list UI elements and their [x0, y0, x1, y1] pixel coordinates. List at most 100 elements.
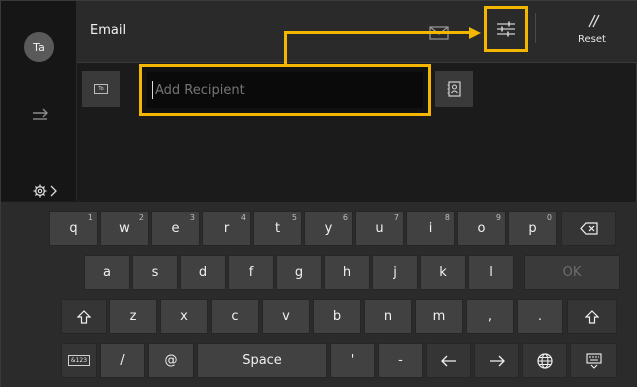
ok-key-label: OK: [562, 265, 582, 280]
shift-key-left[interactable]: [61, 299, 107, 334]
user-avatar[interactable]: Ta: [24, 32, 54, 62]
space-key-label: Space: [242, 353, 282, 368]
key-t-number-hint: 5: [291, 213, 297, 222]
arrow-left-key[interactable]: [426, 343, 471, 378]
settings-button[interactable]: [33, 184, 57, 198]
key-h-label: h: [342, 265, 352, 280]
options-button[interactable]: [484, 6, 528, 52]
key-i[interactable]: i8: [406, 211, 455, 246]
shift-icon: [585, 309, 599, 324]
symbols-key[interactable]: &123: [61, 343, 97, 378]
globe-icon: [536, 352, 553, 369]
to-button[interactable]: To: [82, 71, 120, 107]
key-comma[interactable]: ,: [466, 299, 514, 334]
ok-key[interactable]: OK: [524, 255, 620, 290]
key-y[interactable]: y6: [304, 211, 353, 246]
arrow-left-icon: [440, 355, 456, 366]
scan-to-icon[interactable]: [31, 107, 49, 125]
shift-key-right[interactable]: [567, 299, 617, 334]
key-apostrophe[interactable]: ': [330, 343, 375, 378]
backspace-key[interactable]: [561, 211, 616, 246]
key-dash-label: -: [398, 353, 403, 368]
address-book-button[interactable]: [435, 71, 473, 107]
reset-button[interactable]: Reset: [562, 13, 622, 45]
key-r-number-hint: 4: [240, 213, 246, 222]
key-s-label: s: [151, 265, 159, 280]
key-y-number-hint: 6: [342, 213, 348, 222]
key-l[interactable]: l: [468, 255, 514, 290]
callout-line-horizontal: [284, 31, 470, 34]
key-b[interactable]: b: [313, 299, 361, 334]
key-p-number-hint: 0: [546, 213, 552, 222]
key-q[interactable]: q1: [49, 211, 98, 246]
key-dash[interactable]: -: [378, 343, 423, 378]
key-r[interactable]: r4: [202, 211, 251, 246]
key-j-label: j: [393, 265, 397, 280]
key-o-label: o: [477, 221, 486, 236]
key-j[interactable]: j: [372, 255, 418, 290]
recipient-input[interactable]: [155, 82, 405, 98]
key-apostrophe-label: ': [350, 353, 355, 368]
key-v-label: v: [282, 309, 290, 324]
key-f[interactable]: f: [228, 255, 274, 290]
on-screen-keyboard: q1w2e3r4t5y6u7i8o9p0 asdfghjkl zxcvbnm, …: [1, 202, 637, 387]
key-g[interactable]: g: [276, 255, 322, 290]
key-z[interactable]: z: [109, 299, 157, 334]
key-r-label: r: [223, 221, 230, 236]
key-dot[interactable]: .: [517, 299, 563, 334]
key-dot-label: .: [537, 309, 543, 324]
shift-icon: [77, 309, 91, 324]
key-e-number-hint: 3: [189, 213, 195, 222]
key-e[interactable]: e3: [151, 211, 200, 246]
key-w[interactable]: w2: [100, 211, 149, 246]
sliders-icon: [497, 21, 515, 37]
key-c[interactable]: c: [211, 299, 259, 334]
key-h[interactable]: h: [324, 255, 370, 290]
key-o-number-hint: 9: [495, 213, 501, 222]
page-title: Email: [90, 23, 127, 38]
key-q-number-hint: 1: [87, 213, 93, 222]
add-recipient-field[interactable]: [139, 64, 431, 116]
email-screen: Ta Email Reset To Add Recipient q 1 w 2 …: [0, 0, 637, 387]
key-k[interactable]: k: [420, 255, 466, 290]
chevron-right-icon: [50, 185, 57, 197]
key-at[interactable]: @: [148, 343, 194, 378]
key-slash[interactable]: /: [100, 343, 145, 378]
user-initials: Ta: [33, 40, 45, 54]
space-key[interactable]: Space: [197, 343, 327, 378]
key-v[interactable]: v: [262, 299, 310, 334]
hide-keyboard-key[interactable]: [570, 343, 617, 378]
key-t-label: t: [274, 221, 281, 236]
key-d[interactable]: d: [180, 255, 226, 290]
key-m[interactable]: m: [415, 299, 463, 334]
key-a[interactable]: a: [84, 255, 130, 290]
key-n[interactable]: n: [364, 299, 412, 334]
callout-line-vertical: [284, 31, 287, 65]
key-w-label: w: [119, 221, 130, 236]
reset-icon: [588, 14, 600, 28]
key-k-label: k: [439, 265, 447, 280]
key-t[interactable]: t5: [253, 211, 302, 246]
header-divider: [535, 13, 536, 43]
arrow-right-icon: [489, 355, 505, 366]
key-s[interactable]: s: [132, 255, 178, 290]
key-q-label: q: [69, 221, 78, 236]
key-n-label: n: [383, 309, 393, 324]
key-u[interactable]: u7: [355, 211, 404, 246]
key-a-label: a: [103, 265, 111, 280]
key-u-label: u: [375, 221, 384, 236]
reset-label: Reset: [578, 34, 606, 45]
key-x[interactable]: x: [160, 299, 208, 334]
key-p-label: p: [528, 221, 537, 236]
key-at-label: @: [164, 353, 178, 368]
backspace-icon: [579, 222, 598, 235]
key-o[interactable]: o9: [457, 211, 506, 246]
callout-arrow-icon: [469, 27, 481, 39]
key-i-label: i: [428, 221, 433, 236]
language-key[interactable]: [522, 343, 567, 378]
text-cursor: [152, 81, 153, 99]
arrow-right-key[interactable]: [474, 343, 519, 378]
gear-icon: [33, 184, 47, 198]
key-p[interactable]: p0: [508, 211, 557, 246]
to-label: To: [94, 84, 108, 94]
